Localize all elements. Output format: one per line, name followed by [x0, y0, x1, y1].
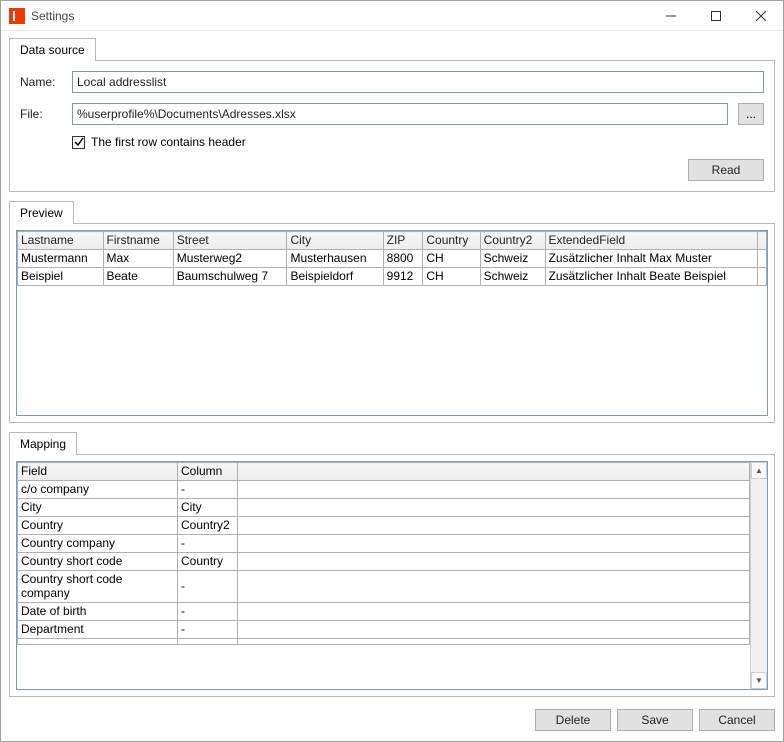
mapping-field-cell[interactable]: c/o company [18, 481, 178, 499]
header-checkbox-label: The first row contains header [91, 135, 246, 149]
preview-column-header[interactable]: Lastname [18, 232, 104, 250]
table-cell[interactable]: Musterhausen [287, 250, 383, 268]
mapping-field-cell[interactable]: Country short code [18, 553, 178, 571]
mapping-field-cell[interactable]: Country company [18, 535, 178, 553]
mapping-col-field[interactable]: Field [18, 463, 178, 481]
mapping-scrollbar[interactable]: ▲ ▼ [750, 462, 767, 689]
datasource-group: Data source Name: Local addresslist File… [9, 37, 775, 192]
table-cell[interactable]: Beate [103, 268, 173, 286]
table-row[interactable]: c/o company- [18, 481, 750, 499]
table-cell[interactable]: Baumschulweg 7 [173, 268, 287, 286]
table-cell[interactable]: Beispiel [18, 268, 104, 286]
name-label: Name: [20, 75, 64, 89]
preview-group: Preview LastnameFirstnameStreetCityZIPCo… [9, 200, 775, 423]
tab-preview[interactable]: Preview [9, 201, 74, 224]
mapping-field-cell[interactable]: City [18, 499, 178, 517]
file-input[interactable]: %userprofile%\Documents\Adresses.xlsx [72, 103, 728, 125]
preview-column-header[interactable]: Country [423, 232, 480, 250]
tab-mapping[interactable]: Mapping [9, 432, 77, 455]
table-row[interactable]: Date of birth- [18, 603, 750, 621]
mapping-column-cell[interactable]: Country [178, 553, 238, 571]
minimize-button[interactable] [648, 1, 693, 31]
mapping-column-cell[interactable]: - [178, 535, 238, 553]
close-button[interactable] [738, 1, 783, 31]
read-button[interactable]: Read [688, 159, 764, 181]
table-cell[interactable]: 8800 [383, 250, 423, 268]
mapping-col-column[interactable]: Column [178, 463, 238, 481]
mapping-blank-cell [238, 499, 750, 517]
mapping-column-cell[interactable]: - [178, 571, 238, 603]
table-cell[interactable]: Zusätzlicher Inhalt Max Muster [545, 250, 757, 268]
mapping-field-cell[interactable]: Country [18, 517, 178, 535]
table-cell[interactable]: 9912 [383, 268, 423, 286]
maximize-button[interactable] [693, 1, 738, 31]
mapping-group: Mapping Field Column c/o company-CityCit… [9, 431, 775, 697]
preview-table[interactable]: LastnameFirstnameStreetCityZIPCountryCou… [17, 231, 767, 286]
table-row[interactable]: Department- [18, 621, 750, 639]
mapping-blank-cell [238, 481, 750, 499]
window-title: Settings [31, 9, 74, 23]
table-cell[interactable]: Zusätzlicher Inhalt Beate Beispiel [545, 268, 757, 286]
table-row[interactable]: MustermannMaxMusterweg2Musterhausen8800C… [18, 250, 767, 268]
table-row[interactable]: Country short code company- [18, 571, 750, 603]
table-cell[interactable]: Max [103, 250, 173, 268]
mapping-blank-cell [238, 571, 750, 603]
mapping-blank-cell [238, 553, 750, 571]
preview-column-header[interactable]: ExtendedField [545, 232, 757, 250]
table-row[interactable]: Country company- [18, 535, 750, 553]
mapping-col-blank [238, 463, 750, 481]
mapping-blank-cell [238, 621, 750, 639]
mapping-field-cell[interactable]: Date of birth [18, 603, 178, 621]
table-row[interactable]: CountryCountry2 [18, 517, 750, 535]
table-row[interactable]: BeispielBeateBaumschulweg 7Beispieldorf9… [18, 268, 767, 286]
table-cell[interactable]: Mustermann [18, 250, 104, 268]
mapping-field-cell[interactable]: Country short code company [18, 571, 178, 603]
mapping-table[interactable]: Field Column c/o company-CityCityCountry… [17, 462, 750, 645]
mapping-column-cell[interactable]: - [178, 603, 238, 621]
table-cell[interactable]: CH [423, 268, 480, 286]
table-cell[interactable]: Schweiz [480, 268, 545, 286]
table-cell[interactable]: CH [423, 250, 480, 268]
preview-column-header[interactable]: Street [173, 232, 287, 250]
mapping-field-cell[interactable]: Department [18, 621, 178, 639]
mapping-column-cell[interactable]: - [178, 481, 238, 499]
file-label: File: [20, 107, 64, 121]
preview-column-header[interactable]: Country2 [480, 232, 545, 250]
browse-button[interactable]: ... [738, 103, 764, 125]
delete-button[interactable]: Delete [535, 709, 611, 731]
scroll-down-icon[interactable]: ▼ [751, 672, 767, 689]
mapping-blank-cell [238, 517, 750, 535]
preview-column-header[interactable]: City [287, 232, 383, 250]
preview-column-blank [757, 232, 766, 250]
table-row[interactable]: CityCity [18, 499, 750, 517]
table-cell[interactable]: Schweiz [480, 250, 545, 268]
scroll-up-icon[interactable]: ▲ [751, 462, 767, 479]
table-row[interactable]: Country short codeCountry [18, 553, 750, 571]
titlebar: Settings [1, 1, 783, 31]
mapping-column-cell[interactable]: City [178, 499, 238, 517]
footer-buttons: Delete Save Cancel [1, 705, 783, 741]
app-icon [9, 8, 25, 24]
table-cell[interactable]: Beispieldorf [287, 268, 383, 286]
cancel-button[interactable]: Cancel [699, 709, 775, 731]
mapping-column-cell[interactable]: Country2 [178, 517, 238, 535]
preview-column-header[interactable]: ZIP [383, 232, 423, 250]
header-checkbox[interactable] [72, 136, 85, 149]
mapping-blank-cell [238, 603, 750, 621]
mapping-column-cell[interactable]: - [178, 621, 238, 639]
table-cell[interactable]: Musterweg2 [173, 250, 287, 268]
tab-datasource[interactable]: Data source [9, 38, 96, 61]
preview-column-header[interactable]: Firstname [103, 232, 173, 250]
table-row [18, 639, 750, 645]
save-button[interactable]: Save [617, 709, 693, 731]
mapping-blank-cell [238, 535, 750, 553]
name-input[interactable]: Local addresslist [72, 71, 764, 93]
